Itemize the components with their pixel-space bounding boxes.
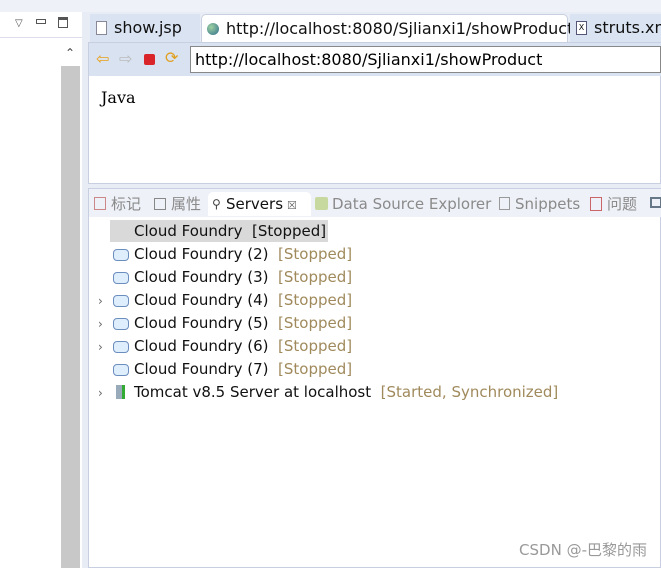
problems-icon [590, 197, 602, 211]
watermark: CSDN @-巴黎的雨 [519, 541, 647, 559]
cloud-server-icon [113, 364, 129, 376]
expand-icon[interactable]: › [98, 340, 103, 354]
servers-icon: ⚲ [212, 197, 221, 211]
server-row[interactable]: Cloud Foundry (5) [Stopped] [134, 312, 352, 334]
tomcat-server-icon [116, 385, 125, 399]
view-menu-icon[interactable]: ▽ [15, 18, 23, 29]
server-row[interactable]: Tomcat v8.5 Server at localhost [Started… [134, 381, 558, 403]
globe-icon [207, 23, 219, 35]
server-row[interactable]: Cloud Foundry [Stopped] [110, 220, 329, 242]
tab-markers[interactable]: 标记 [93, 192, 141, 216]
tab-browser[interactable]: http://localhost:8080/Sjlianxi1/showProd… [201, 14, 593, 42]
left-panel-header: ▽ [0, 12, 82, 38]
expand-icon[interactable]: › [98, 294, 103, 308]
server-row[interactable]: Cloud Foundry (3) [Stopped] [134, 266, 352, 288]
tab-struts-xml[interactable]: X struts.xm [570, 14, 661, 42]
markers-icon [94, 197, 106, 210]
cloud-server-icon [113, 272, 129, 284]
server-row[interactable]: Cloud Foundry (6) [Stopped] [134, 335, 352, 357]
jsp-file-icon [96, 21, 107, 35]
properties-icon [154, 198, 166, 210]
forward-icon[interactable]: ⇨ [119, 49, 132, 68]
back-icon[interactable]: ⇦ [96, 49, 109, 68]
tab-problems[interactable]: 问题 [589, 192, 637, 216]
xml-file-icon: X [576, 21, 587, 35]
expand-icon[interactable]: › [98, 317, 103, 331]
scroll-up-icon[interactable]: ⌃ [65, 46, 75, 60]
tab-show-jsp[interactable]: show.jsp [90, 14, 200, 42]
maximize-icon[interactable] [58, 17, 68, 28]
server-row[interactable]: Cloud Foundry (2) [Stopped] [134, 243, 352, 265]
refresh-icon[interactable]: ⟳ [165, 48, 178, 67]
cloud-server-icon [113, 295, 129, 307]
expand-icon[interactable]: › [98, 386, 103, 400]
tab-properties[interactable]: 属性 [153, 192, 201, 216]
close-tab-icon[interactable]: ☒ [287, 199, 297, 212]
cloud-server-icon [113, 318, 129, 330]
tab-servers[interactable]: ⚲ Servers ☒ [208, 192, 311, 216]
url-input[interactable]: http://localhost:8080/Sjlianxi1/showProd… [190, 46, 661, 73]
database-icon [315, 197, 328, 210]
tab-snippets[interactable]: Snippets [497, 192, 580, 216]
console-icon[interactable] [650, 197, 661, 208]
cloud-server-icon [113, 249, 129, 261]
server-row[interactable]: Cloud Foundry (7) [Stopped] [134, 358, 352, 380]
snippets-icon [499, 197, 510, 210]
scrollbar-thumb[interactable] [61, 66, 80, 568]
tab-data-source-explorer[interactable]: Data Source Explorer [314, 192, 491, 216]
server-row[interactable]: Cloud Foundry (4) [Stopped] [134, 289, 352, 311]
minimize-icon[interactable] [36, 19, 46, 24]
cloud-server-icon [113, 341, 129, 353]
main-toolbar [0, 0, 661, 12]
page-content: Java [101, 88, 136, 107]
stop-icon[interactable] [144, 54, 155, 65]
